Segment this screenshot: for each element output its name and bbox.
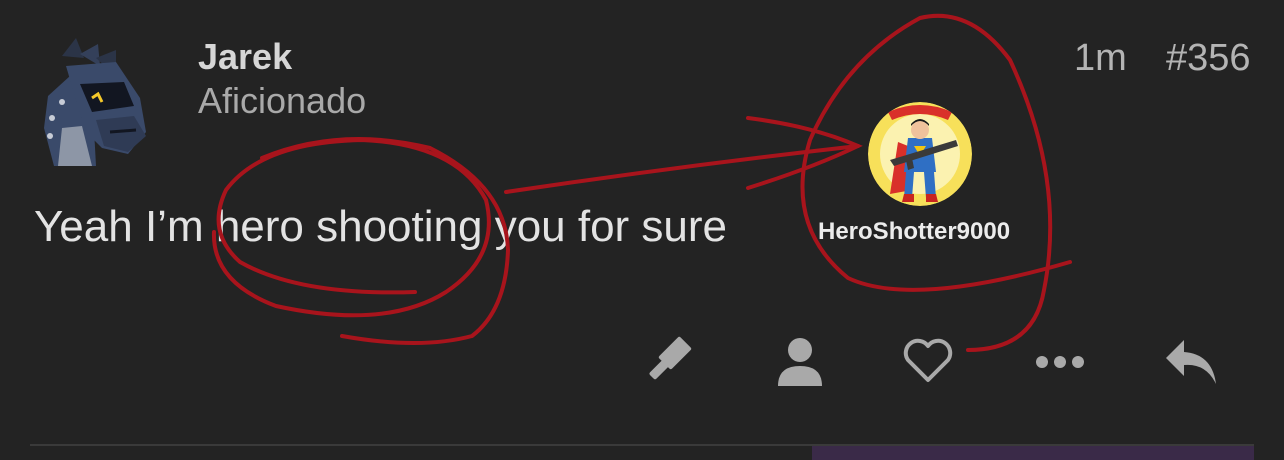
author-avatar[interactable] [36, 36, 156, 171]
forum-post: Jarek Aficionado 1m #356 Yeah I’m hero s… [0, 0, 1284, 460]
reply-button[interactable] [1160, 330, 1220, 390]
author-name[interactable]: Jarek [198, 36, 292, 78]
more-options-button[interactable] [1030, 330, 1090, 390]
user-button[interactable] [770, 330, 830, 390]
user-icon [778, 338, 822, 386]
moderate-button[interactable] [640, 330, 700, 390]
post-number[interactable]: #356 [1166, 37, 1251, 80]
reply-icon [1166, 340, 1216, 384]
timeline-progress [812, 446, 1254, 460]
more-icon [1036, 356, 1084, 368]
post-time[interactable]: 1m [1074, 37, 1127, 80]
post-body: Yeah I’m hero shooting you for sure [34, 202, 728, 251]
author-title: Aficionado [198, 80, 367, 121]
heart-icon [903, 338, 953, 382]
gavel-icon [649, 336, 692, 380]
like-button[interactable] [898, 330, 958, 390]
embedded-username[interactable]: HeroShotter9000 [818, 218, 1010, 246]
dragon-avatar-icon [44, 38, 146, 166]
embedded-user-avatar[interactable] [868, 102, 972, 206]
superman-avatar-icon [868, 102, 972, 206]
